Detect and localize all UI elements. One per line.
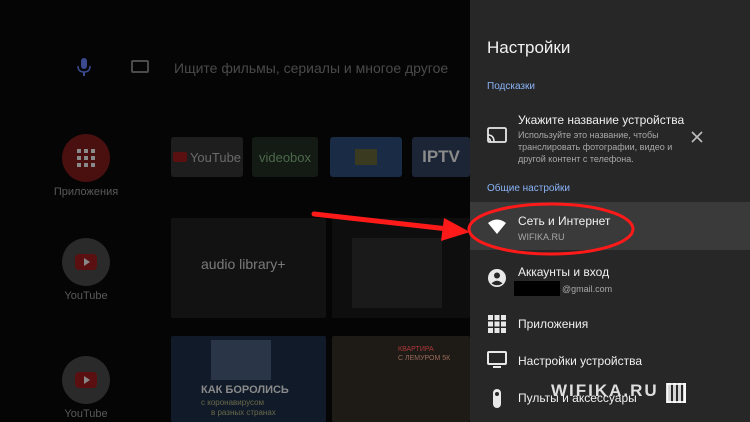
highlight-ellipse — [467, 202, 635, 256]
annotation-overlay — [311, 202, 635, 256]
arrow-shaft — [311, 211, 451, 232]
qr-code-icon — [666, 383, 686, 403]
watermark: WIFIKA.RU — [551, 381, 659, 400]
arrow-head — [441, 218, 470, 241]
